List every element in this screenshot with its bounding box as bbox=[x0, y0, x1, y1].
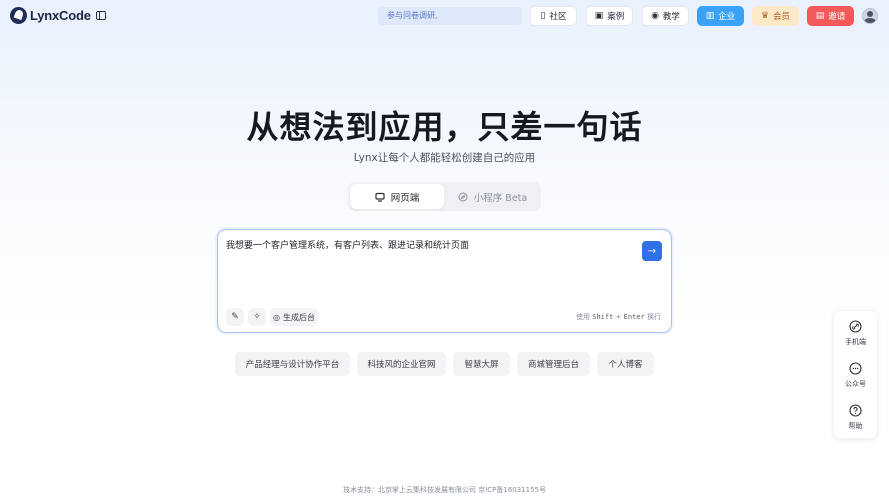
hint-shift: Shift bbox=[592, 313, 614, 321]
magic-wand-button[interactable]: ✧ bbox=[248, 308, 266, 326]
top-bar: LynxCode 参与问卷调研, ▯ 社区 ▣ 案例 ◉ 教学 ▥ 企业 ♛ 会… bbox=[0, 0, 889, 32]
link-icon bbox=[849, 319, 862, 333]
mobile-entry[interactable]: 手机端 bbox=[834, 315, 877, 351]
hint-enter: Enter bbox=[623, 313, 645, 321]
hero-title: 从想法到应用，只差一句话 bbox=[246, 108, 643, 146]
prompt-input[interactable]: 我想要一个客户管理系统，有客户列表、跟进记录和统计页面 bbox=[226, 240, 626, 252]
play-circle-icon: ◉ bbox=[651, 10, 659, 21]
attach-button[interactable]: ✎ bbox=[226, 308, 244, 326]
keyboard-hint: 使用 Shift + Enter 换行 bbox=[576, 312, 661, 322]
floating-side-panel: 手机端 公众号 帮助 bbox=[834, 311, 877, 438]
logo[interactable]: LynxCode bbox=[10, 7, 91, 24]
suggestion-chip[interactable]: 科技风的企业官网 bbox=[357, 352, 446, 376]
arrow-right-icon: → bbox=[647, 245, 657, 257]
hint-plus: + bbox=[615, 313, 622, 321]
chat-icon bbox=[849, 361, 862, 375]
magic-wand-icon: ✧ bbox=[253, 312, 261, 322]
help-entry-label: 帮助 bbox=[848, 421, 863, 430]
hero-subtitle: Lynx让每个人都能轻松创建自己的应用 bbox=[353, 152, 536, 164]
document-icon: ▯ bbox=[540, 10, 546, 21]
gift-icon: ▤ bbox=[815, 11, 825, 21]
footer-copyright: 技术支持：北京掌上云集科技发展有限公司 京ICP备16031155号 bbox=[342, 486, 547, 494]
platform-mode-switch: 网页端 小程序 Beta bbox=[348, 182, 541, 211]
nav-tutorial-button[interactable]: ◉ 教学 bbox=[642, 6, 689, 26]
survey-notice[interactable]: 参与问卷调研, bbox=[378, 7, 522, 25]
bookmark-icon: ▣ bbox=[594, 10, 604, 21]
nav-community-label: 社区 bbox=[549, 12, 567, 22]
tab-web-label: 网页端 bbox=[390, 192, 420, 204]
member-label: 会员 bbox=[773, 12, 791, 22]
tab-miniprogram-label: 小程序 Beta bbox=[473, 192, 528, 204]
invite-label: 邀请 bbox=[828, 12, 846, 22]
nav-cases-button[interactable]: ▣ 案例 bbox=[586, 6, 633, 26]
enterprise-button[interactable]: ▥ 企业 bbox=[697, 6, 744, 26]
suggestion-chip[interactable]: 商城管理后台 bbox=[517, 352, 590, 376]
suggestion-chip[interactable]: 个人博客 bbox=[597, 352, 654, 376]
send-button[interactable]: → bbox=[642, 241, 662, 261]
member-button[interactable]: ♛ 会员 bbox=[752, 6, 799, 26]
help-entry[interactable]: 帮助 bbox=[834, 399, 877, 435]
prompt-input-box[interactable]: 我想要一个客户管理系统，有客户列表、跟进记录和统计页面 → ✎ ✧ ◎ 生成后台… bbox=[217, 229, 672, 333]
enterprise-label: 企业 bbox=[718, 12, 736, 22]
paperclip-icon: ✎ bbox=[231, 312, 239, 322]
nav-community-button[interactable]: ▯ 社区 bbox=[530, 6, 577, 26]
generate-backend-label: 生成后台 bbox=[282, 312, 315, 322]
user-avatar[interactable] bbox=[862, 8, 878, 24]
mobile-entry-label: 手机端 bbox=[845, 337, 866, 346]
suggestion-chip[interactable]: 产品经理与设计协作平台 bbox=[235, 352, 350, 376]
tab-web[interactable]: 网页端 bbox=[350, 184, 444, 209]
building-icon: ▥ bbox=[705, 11, 715, 21]
hint-newline: 换行 bbox=[646, 313, 661, 321]
hint-use: 使用 bbox=[576, 313, 590, 321]
sidebar-toggle-icon[interactable] bbox=[96, 11, 106, 20]
suggestion-chip[interactable]: 智慧大屏 bbox=[453, 352, 510, 376]
logo-text: LynxCode bbox=[30, 8, 91, 23]
generate-backend-button[interactable]: ◎ 生成后台 bbox=[270, 308, 318, 326]
nav-tutorial-label: 教学 bbox=[662, 12, 680, 22]
help-icon bbox=[849, 403, 862, 417]
nav-cases-label: 案例 bbox=[607, 12, 625, 22]
wechat-entry-label: 公众号 bbox=[845, 379, 866, 388]
compass-icon bbox=[458, 192, 468, 201]
wechat-entry[interactable]: 公众号 bbox=[834, 357, 877, 393]
invite-button[interactable]: ▤ 邀请 bbox=[807, 6, 854, 26]
database-icon: ◎ bbox=[273, 312, 280, 322]
tab-miniprogram[interactable]: 小程序 Beta bbox=[446, 184, 539, 209]
crown-icon: ♛ bbox=[760, 11, 770, 21]
monitor-icon bbox=[375, 192, 385, 202]
lynx-logo-icon bbox=[10, 7, 27, 24]
